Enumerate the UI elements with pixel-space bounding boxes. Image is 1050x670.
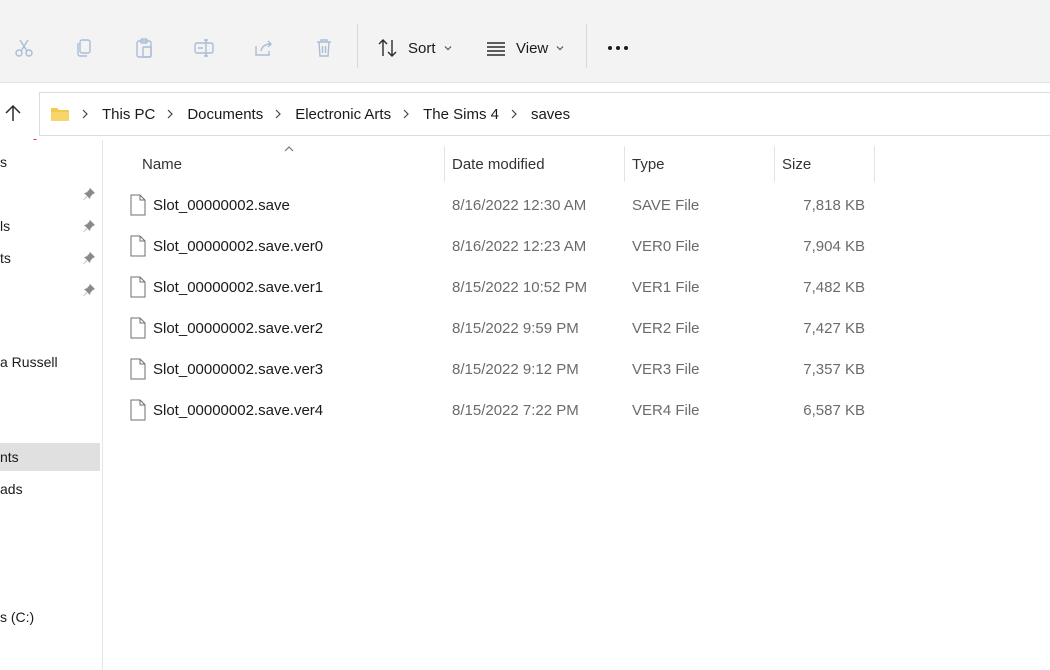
file-row[interactable]: Slot_00000002.save.ver1 8/15/2022 10:52 … bbox=[120, 267, 880, 307]
breadcrumb-electronic-arts[interactable]: Electronic Arts bbox=[295, 106, 391, 123]
column-divider[interactable] bbox=[774, 146, 775, 182]
file-size: 6,587 KB bbox=[803, 401, 865, 419]
delete-icon[interactable] bbox=[306, 30, 342, 66]
command-bar: Sort View bbox=[0, 0, 1050, 83]
nav-item[interactable]: s bbox=[0, 148, 100, 176]
nav-item-label: ts bbox=[0, 250, 11, 266]
chevron-right-icon[interactable] bbox=[166, 109, 174, 119]
view-button[interactable]: View bbox=[485, 33, 565, 63]
file-name: Slot_00000002.save.ver3 bbox=[153, 360, 324, 378]
file-name: Slot_00000002.save bbox=[153, 196, 290, 214]
cut-icon[interactable] bbox=[6, 30, 42, 66]
file-name: Slot_00000002.save.ver4 bbox=[153, 401, 324, 419]
file-type: VER0 File bbox=[632, 237, 700, 255]
breadcrumb-saves[interactable]: saves bbox=[531, 106, 570, 123]
column-header-size-label: Size bbox=[782, 155, 812, 173]
nav-item-drive-c[interactable]: s (C:) bbox=[0, 603, 100, 631]
toolbar-separator bbox=[357, 24, 358, 68]
nav-item-label: ls bbox=[0, 218, 11, 234]
file-date: 8/15/2022 10:52 PM bbox=[452, 278, 588, 296]
file-row[interactable]: Slot_00000002.save 8/16/2022 12:30 AM SA… bbox=[120, 185, 880, 225]
column-header-type[interactable]: Type bbox=[632, 146, 772, 182]
view-list-icon bbox=[485, 37, 507, 59]
chevron-down-icon bbox=[443, 43, 453, 53]
nav-item-user[interactable]: a Russell bbox=[0, 348, 100, 376]
file-size: 7,357 KB bbox=[803, 360, 865, 378]
nav-item-label: s bbox=[0, 154, 7, 170]
file-type: VER4 File bbox=[632, 401, 700, 419]
file-row[interactable]: Slot_00000002.save.ver2 8/15/2022 9:59 P… bbox=[120, 308, 880, 348]
nav-item-documents[interactable]: nts bbox=[0, 443, 100, 471]
column-divider[interactable] bbox=[874, 146, 875, 182]
nav-item-label: ads bbox=[0, 481, 23, 497]
column-header-date[interactable]: Date modified bbox=[452, 146, 622, 182]
sort-icon bbox=[377, 37, 399, 59]
share-icon[interactable] bbox=[246, 30, 282, 66]
pin-icon[interactable] bbox=[82, 187, 96, 201]
file-size: 7,482 KB bbox=[803, 278, 865, 296]
file-type: VER2 File bbox=[632, 319, 700, 337]
file-name: Slot_00000002.save.ver2 bbox=[153, 319, 324, 337]
column-header-name[interactable]: Name bbox=[142, 146, 442, 182]
file-type: SAVE File bbox=[632, 196, 700, 214]
file-icon bbox=[130, 358, 146, 380]
address-bar[interactable]: This PC Documents Electronic Arts The Si… bbox=[39, 92, 1050, 136]
chevron-right-icon[interactable] bbox=[510, 109, 518, 119]
file-row[interactable]: Slot_00000002.save.ver0 8/16/2022 12:23 … bbox=[120, 226, 880, 266]
file-icon bbox=[130, 235, 146, 257]
file-size: 7,427 KB bbox=[803, 319, 865, 337]
view-label: View bbox=[516, 39, 549, 57]
column-header-date-label: Date modified bbox=[452, 155, 545, 173]
file-icon bbox=[130, 317, 146, 339]
file-type: VER3 File bbox=[632, 360, 700, 378]
arrow-up-icon bbox=[5, 104, 21, 121]
breadcrumb: This PC Documents Electronic Arts The Si… bbox=[70, 106, 570, 123]
breadcrumb-the-sims-4[interactable]: The Sims 4 bbox=[423, 106, 499, 123]
file-size: 7,904 KB bbox=[803, 237, 865, 255]
sort-label: Sort bbox=[408, 39, 436, 57]
file-date: 8/15/2022 9:12 PM bbox=[452, 360, 579, 378]
file-icon bbox=[130, 276, 146, 298]
file-name: Slot_00000002.save.ver1 bbox=[153, 278, 324, 296]
file-row[interactable]: Slot_00000002.save.ver3 8/15/2022 9:12 P… bbox=[120, 349, 880, 389]
chevron-right-icon[interactable] bbox=[274, 109, 282, 119]
pin-icon[interactable] bbox=[82, 251, 96, 265]
column-divider[interactable] bbox=[624, 146, 625, 182]
paste-icon[interactable] bbox=[126, 30, 162, 66]
toolbar-separator bbox=[586, 24, 587, 68]
rename-icon[interactable] bbox=[186, 30, 222, 66]
nav-item-downloads[interactable]: ads bbox=[0, 475, 100, 503]
pin-icon[interactable] bbox=[82, 219, 96, 233]
nav-item-label: s (C:) bbox=[0, 609, 35, 625]
file-name: Slot_00000002.save.ver0 bbox=[153, 237, 324, 255]
nav-item-label: nts bbox=[0, 449, 19, 465]
file-icon bbox=[130, 194, 146, 216]
pin-icon[interactable] bbox=[82, 283, 96, 297]
column-header-type-label: Type bbox=[632, 155, 665, 173]
navigation-pane: s ls ts a Russell nts ads s (C:) bbox=[0, 140, 103, 670]
chevron-right-icon[interactable] bbox=[402, 109, 410, 119]
breadcrumb-documents[interactable]: Documents bbox=[187, 106, 263, 123]
chevron-down-icon bbox=[555, 43, 565, 53]
copy-icon[interactable] bbox=[66, 30, 102, 66]
file-date: 8/16/2022 12:30 AM bbox=[452, 196, 587, 214]
sort-button[interactable]: Sort bbox=[377, 33, 453, 63]
more-options-button[interactable] bbox=[600, 33, 636, 63]
file-type: VER1 File bbox=[632, 278, 700, 296]
column-divider[interactable] bbox=[444, 146, 445, 182]
file-date: 8/15/2022 7:22 PM bbox=[452, 401, 579, 419]
column-header-name-label: Name bbox=[142, 155, 183, 173]
folder-icon bbox=[50, 106, 70, 122]
chevron-right-icon bbox=[81, 109, 89, 119]
file-date: 8/16/2022 12:23 AM bbox=[452, 237, 587, 255]
file-icon bbox=[130, 399, 146, 421]
file-date: 8/15/2022 9:59 PM bbox=[452, 319, 579, 337]
more-icon bbox=[608, 46, 628, 50]
up-one-level-button[interactable] bbox=[0, 98, 26, 128]
file-size: 7,818 KB bbox=[803, 196, 865, 214]
column-header-size[interactable]: Size bbox=[782, 146, 872, 182]
file-row[interactable]: Slot_00000002.save.ver4 8/15/2022 7:22 P… bbox=[120, 390, 880, 430]
nav-item-label: a Russell bbox=[0, 354, 58, 370]
breadcrumb-this-pc[interactable]: This PC bbox=[102, 106, 155, 123]
